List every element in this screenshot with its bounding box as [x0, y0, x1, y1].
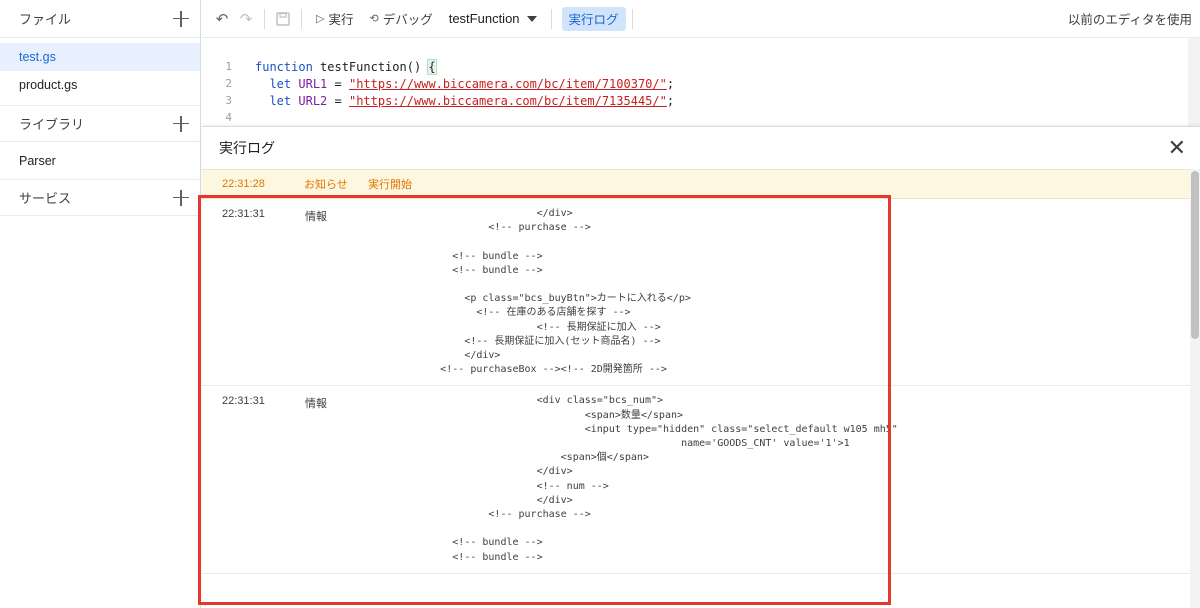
log-header: 実行ログ ✕: [202, 127, 1200, 169]
run-button[interactable]: ▷ 実行: [308, 7, 361, 31]
services-section-header: サービス: [0, 180, 200, 216]
add-library-icon[interactable]: [172, 115, 190, 133]
log-level: 情報: [305, 398, 327, 411]
debug-label: デバッグ: [382, 13, 433, 27]
undo-icon[interactable]: ↶: [210, 7, 234, 31]
toolbar-divider: [550, 8, 552, 29]
editor-toolbar: ↶ ↷ ▷ 実行 ⟲ デバッグ testFunction 実行ログ 以前のエディ…: [202, 0, 1200, 38]
code-line: 2 let URL1 = "https://www.biccamera.com/…: [202, 75, 674, 92]
log-scrollbar-thumb[interactable]: [1191, 171, 1199, 339]
file-item-test-gs[interactable]: test.gs: [0, 43, 200, 71]
log-time: 22:31:28: [222, 178, 265, 190]
debug-icon: ⟲: [369, 13, 379, 25]
file-sidebar: ファイル test.gs product.gs ライブラリ Parser サービ…: [0, 0, 201, 608]
code-line: 3 let URL2 = "https://www.biccamera.com/…: [202, 92, 674, 109]
code-line: 4: [202, 109, 232, 126]
redo-icon[interactable]: ↷: [234, 7, 258, 31]
toolbar-divider: [631, 8, 633, 29]
code-text: function testFunction() {: [255, 58, 437, 75]
use-legacy-editor-link[interactable]: 以前のエディタを使用: [1068, 9, 1200, 28]
log-message: </div> <!-- purchase --> <!-- bundle -->…: [440, 208, 691, 376]
log-level: お知らせ: [304, 179, 348, 191]
log-entry: 22:31:31 情報 </div> <!-- purchase --> <!-…: [202, 199, 1200, 387]
file-list: test.gs product.gs: [0, 43, 200, 106]
close-icon[interactable]: ✕: [1168, 137, 1186, 159]
function-name: testFunction: [448, 11, 520, 26]
line-number: 3: [225, 94, 232, 107]
code-editor[interactable]: 1 function testFunction() { 2 let URL1 =…: [202, 38, 1200, 126]
log-notice-row: 22:31:28 お知らせ 実行開始: [202, 169, 1200, 199]
save-icon[interactable]: [271, 7, 295, 31]
function-selector[interactable]: testFunction: [441, 11, 545, 26]
code-scrollbar[interactable]: [1188, 38, 1200, 126]
log-message: 実行開始: [368, 179, 412, 191]
libraries-section-title: ライブラリ: [19, 117, 85, 132]
code-text: let URL2 = "https://www.biccamera.com/bc…: [269, 93, 675, 108]
toolbar-divider: [264, 8, 265, 29]
line-number: 2: [225, 77, 232, 90]
add-file-icon[interactable]: [172, 10, 190, 28]
line-number: 1: [225, 60, 232, 73]
dropdown-caret-icon: [526, 15, 537, 22]
debug-button[interactable]: ⟲ デバッグ: [361, 7, 440, 31]
files-section-header: ファイル: [0, 0, 200, 38]
code-line: 1 function testFunction() {: [202, 58, 437, 75]
log-entry: 22:31:31 情報 <div class="bcs_num"> <span>…: [202, 386, 1200, 574]
services-section-title: サービス: [19, 191, 72, 206]
log-time: 22:31:31: [222, 395, 265, 408]
libraries-section-header: ライブラリ: [0, 106, 200, 142]
add-service-icon[interactable]: [172, 189, 190, 207]
run-label: 実行: [328, 13, 354, 27]
code-text: let URL1 = "https://www.biccamera.com/bc…: [269, 76, 675, 91]
files-section-title: ファイル: [19, 12, 72, 27]
log-title: 実行ログ: [219, 140, 275, 156]
execution-log-panel: 実行ログ ✕ 22:31:28 お知らせ 実行開始 22:31:31 情報 </…: [202, 126, 1200, 608]
log-level: 情報: [305, 211, 327, 223]
log-time: 22:31:31: [222, 208, 265, 220]
execution-log-button[interactable]: 実行ログ: [561, 6, 626, 31]
toolbar-divider: [301, 8, 302, 29]
library-item-parser[interactable]: Parser: [0, 142, 200, 180]
line-number: 4: [225, 111, 232, 124]
file-item-product-gs[interactable]: product.gs: [0, 71, 200, 99]
play-icon: ▷: [316, 13, 325, 25]
log-message: <div class="bcs_num"> <span>数量</span> <i…: [452, 395, 898, 563]
